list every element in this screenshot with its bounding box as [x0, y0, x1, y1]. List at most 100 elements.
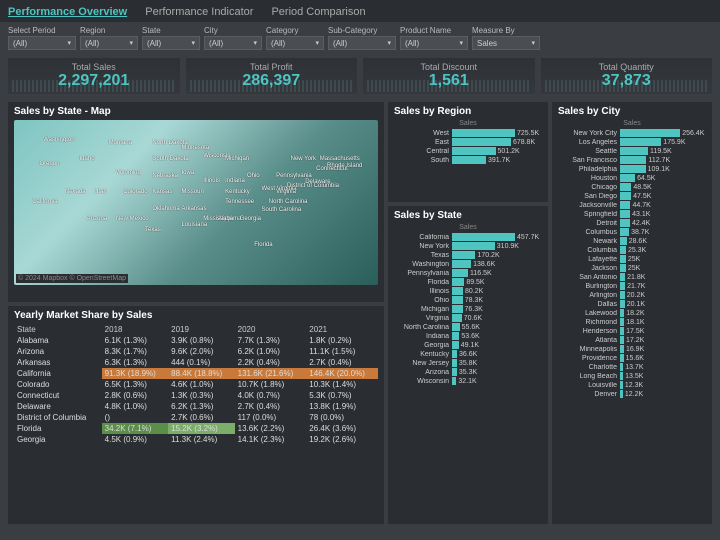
bar-row[interactable]: San Diego47.5K [558, 192, 706, 200]
map-state-label[interactable]: Ohio [247, 173, 260, 179]
bar-row[interactable]: Lakewood18.2K [558, 309, 706, 317]
map-state-label[interactable]: New York [291, 156, 316, 162]
map-state-label[interactable]: Arizona [87, 216, 107, 222]
map-state-label[interactable]: Oregon [39, 161, 59, 167]
map-state-label[interactable]: South Carolina [262, 207, 302, 213]
map-state-label[interactable]: Nebraska [152, 173, 178, 179]
bar-row[interactable]: Houston64.5K [558, 174, 706, 182]
map-state-label[interactable]: Montana [109, 140, 132, 146]
map-state-label[interactable]: Wyoming [116, 170, 141, 176]
bar-row[interactable]: Atlanta17.2K [558, 336, 706, 344]
map-state-label[interactable]: Delaware [305, 179, 330, 185]
table-row[interactable]: Arkansas6.3K (1.3%)444 (0.1%)2.2K (0.4%)… [14, 357, 378, 368]
map-state-label[interactable]: Kentucky [225, 189, 250, 195]
bar-row[interactable]: Detroit42.4K [558, 219, 706, 227]
table-row[interactable]: Arizona8.3K (1.7%)9.6K (2.0%)6.2K (1.0%)… [14, 346, 378, 357]
map-state-label[interactable]: Georgia [240, 216, 261, 222]
bar-row[interactable]: East678.8K [394, 138, 542, 146]
bar-row[interactable]: Pennsylvania116.5K [394, 269, 542, 277]
bar-row[interactable]: Burlington21.7K [558, 282, 706, 290]
bar-row[interactable]: Indiana53.6K [394, 332, 542, 340]
bar-row[interactable]: Kentucky36.6K [394, 350, 542, 358]
bar-row[interactable]: North Carolina55.6K [394, 323, 542, 331]
bar-row[interactable]: Philadelphia109.1K [558, 165, 706, 173]
bar-row[interactable]: Minneapolis16.9K [558, 345, 706, 353]
map-state-label[interactable]: Tennessee [225, 199, 254, 205]
bar-row[interactable]: Columbus38.7K [558, 228, 706, 236]
bar-row[interactable]: Florida89.5K [394, 278, 542, 286]
map-state-label[interactable]: Minnesota [181, 145, 209, 151]
map-state-label[interactable]: Alabama [218, 216, 242, 222]
map-state-label[interactable]: Virginia [276, 189, 296, 195]
filter-product-name[interactable]: (All)▾ [400, 36, 468, 50]
bar-row[interactable]: New York310.9K [394, 242, 542, 250]
map-state-label[interactable]: Illinois [203, 178, 220, 184]
filter-region[interactable]: (All)▾ [80, 36, 138, 50]
bar-row[interactable]: Georgia49.1K [394, 341, 542, 349]
filter-state[interactable]: (All)▾ [142, 36, 200, 50]
map-state-label[interactable]: Missouri [181, 189, 203, 195]
bar-row[interactable]: Washington138.6K [394, 260, 542, 268]
bar-row[interactable]: Newark28.6K [558, 237, 706, 245]
bar-row[interactable]: Arizona35.3K [394, 368, 542, 376]
bar-row[interactable]: New Jersey35.8K [394, 359, 542, 367]
bar-row[interactable]: Long Beach13.5K [558, 372, 706, 380]
filter-city[interactable]: (All)▾ [204, 36, 262, 50]
tab-performance-overview[interactable]: Performance Overview [8, 4, 127, 20]
bar-row[interactable]: Lafayette25K [558, 255, 706, 263]
table-row[interactable]: Alabama6.1K (1.3%)3.9K (0.8%)7.7K (1.3%)… [14, 335, 378, 346]
table-row[interactable]: Delaware4.8K (1.0%)6.2K (1.3%)2.7K (0.4%… [14, 401, 378, 412]
map-state-label[interactable]: New Mexico [116, 216, 149, 222]
table-row[interactable]: Colorado6.5K (1.3%)4.6K (1.0%)10.7K (1.8… [14, 379, 378, 390]
bar-row[interactable]: Columbia25.3K [558, 246, 706, 254]
filter-measure-by[interactable]: Sales▾ [472, 36, 540, 50]
map-state-label[interactable]: Indiana [225, 178, 245, 184]
bar-row[interactable]: Richmond18.1K [558, 318, 706, 326]
table-row[interactable]: Georgia4.5K (0.9%)11.3K (2.4%)14.1K (2.3… [14, 434, 378, 445]
map-state-label[interactable]: South Dakota [152, 156, 188, 162]
map-state-label[interactable]: Utah [94, 189, 107, 195]
filter-category[interactable]: (All)▾ [266, 36, 324, 50]
tab-performance-indicator[interactable]: Performance Indicator [145, 4, 253, 20]
bar-row[interactable]: Providence15.6K [558, 354, 706, 362]
bar-row[interactable]: Central501.2K [394, 147, 542, 155]
bar-row[interactable]: Henderson17.5K [558, 327, 706, 335]
map-state-label[interactable]: Nevada [65, 189, 86, 195]
bar-row[interactable]: Charlotte13.7K [558, 363, 706, 371]
map-state-label[interactable]: Massachusetts [320, 156, 360, 162]
bar-row[interactable]: Wisconsin32.1K [394, 377, 542, 385]
bar-row[interactable]: Illinois80.2K [394, 287, 542, 295]
bar-row[interactable]: West725.5K [394, 129, 542, 137]
bar-row[interactable]: Ohio78.3K [394, 296, 542, 304]
map-state-label[interactable]: California [32, 199, 57, 205]
bar-row[interactable]: New York City256.4K [558, 129, 706, 137]
bar-row[interactable]: Jackson25K [558, 264, 706, 272]
bar-row[interactable]: Denver12.2K [558, 390, 706, 398]
table-row[interactable]: District of Columbia()2.7K (0.6%)117 (0.… [14, 412, 378, 423]
bar-row[interactable]: Jacksonville44.7K [558, 201, 706, 209]
map-state-label[interactable]: Idaho [80, 156, 95, 162]
bar-row[interactable]: Texas170.2K [394, 251, 542, 259]
bar-row[interactable]: San Antonio21.8K [558, 273, 706, 281]
filter-sub-category[interactable]: (All)▾ [328, 36, 396, 50]
map-state-label[interactable]: Pennsylvania [276, 173, 312, 179]
map-state-label[interactable]: Washington [43, 137, 74, 143]
bar-row[interactable]: Louisville12.3K [558, 381, 706, 389]
map-state-label[interactable]: Michigan [225, 156, 249, 162]
bar-row[interactable]: Michigan76.3K [394, 305, 542, 313]
map-state-label[interactable]: North Carolina [269, 199, 308, 205]
map-state-label[interactable]: Colorado [123, 189, 147, 195]
filter-select-period[interactable]: (All)▾ [8, 36, 76, 50]
map-state-label[interactable]: Texas [145, 227, 161, 233]
bar-row[interactable]: Chicago48.5K [558, 183, 706, 191]
tab-period-comparison[interactable]: Period Comparison [271, 4, 365, 20]
table-row[interactable]: Florida34.2K (7.1%)15.2K (3.2%)13.6K (2.… [14, 423, 378, 434]
map-state-label[interactable]: Florida [254, 242, 272, 248]
map-state-label[interactable]: Arkansas [181, 206, 206, 212]
map-state-label[interactable]: Connecticut [316, 166, 348, 172]
map-state-label[interactable]: Iowa [181, 170, 194, 176]
bar-row[interactable]: South391.7K [394, 156, 542, 164]
bar-row[interactable]: Seattle119.5K [558, 147, 706, 155]
bar-row[interactable]: Virginia70.6K [394, 314, 542, 322]
map-state-label[interactable]: Louisiana [181, 222, 207, 228]
